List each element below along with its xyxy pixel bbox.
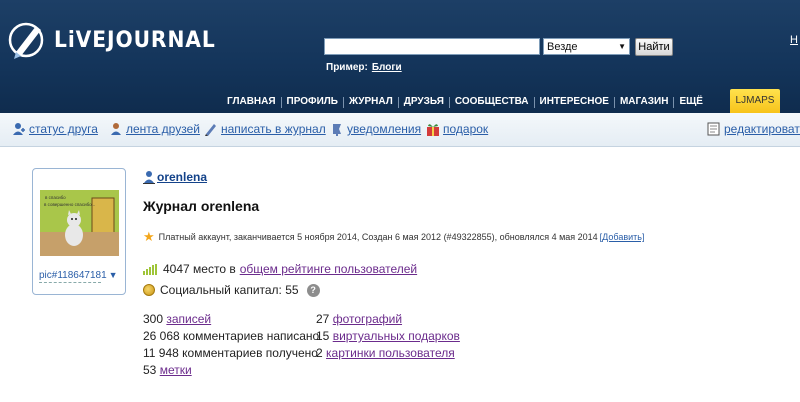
social-capital-text: Социальный капитал: 55	[160, 283, 299, 297]
stat-comments-written: 26 068 комментариев написано	[143, 329, 319, 343]
gift-link[interactable]: подарок	[426, 122, 488, 136]
userpic-id[interactable]: pic#118647181	[39, 270, 107, 281]
stat-count: 27	[316, 312, 330, 326]
userpic-label-underline	[39, 282, 101, 283]
site-header: LiVEJOURNAL Везде ▼ Найти Пример: Блоги Н…	[0, 0, 800, 113]
journal-title: Журнал orenlena	[143, 198, 260, 214]
edit-link[interactable]: редактировать	[707, 122, 800, 136]
tags-link[interactable]: метки	[160, 363, 192, 377]
userpic-card: в спасибо в совершенно спасибо... pic#11…	[32, 168, 126, 295]
search-input[interactable]	[324, 38, 540, 55]
friends-feed-link[interactable]: лента друзей	[109, 122, 200, 136]
friends-feed-icon	[111, 123, 121, 135]
account-info: ★ Платный аккаунт, заканчивается 5 ноябр…	[143, 229, 645, 244]
notifications-label[interactable]: уведомления	[347, 122, 421, 136]
account-text: Платный аккаунт, заканчивается 5 ноября …	[158, 232, 598, 242]
edit-label[interactable]: редактировать	[724, 122, 800, 136]
write-post-icon	[205, 124, 216, 136]
dropdown-arrow-icon: ▼	[618, 42, 626, 51]
userpic-image[interactable]: в спасибо в совершенно спасибо...	[40, 190, 119, 256]
posts-link[interactable]: записей	[166, 312, 211, 326]
nav-profile[interactable]: ПРОФИЛЬ	[282, 96, 343, 108]
help-icon[interactable]: ?	[306, 283, 320, 297]
stat-comments-received: 11 948 комментариев получено	[143, 346, 318, 360]
userpic-cat-illustration: в спасибо в совершенно спасибо...	[40, 190, 119, 256]
pen-logo-icon	[8, 22, 44, 59]
photos-link[interactable]: фотографий	[333, 312, 402, 326]
stat-text: 11 948 комментариев получено	[143, 346, 318, 360]
search-scope-select[interactable]: Везде ▼	[543, 38, 630, 55]
user-icon	[143, 171, 155, 184]
gift-label[interactable]: подарок	[443, 122, 488, 136]
nav-more[interactable]: ЕЩЁ	[674, 96, 708, 108]
userpics-link[interactable]: картинки пользователя	[326, 346, 455, 360]
rating-bars-icon	[143, 263, 158, 275]
social-capital: Социальный капитал: 55 ?	[143, 283, 320, 297]
edit-icon	[707, 122, 720, 136]
stat-posts: 300 записей	[143, 312, 211, 326]
stat-tags: 53 метки	[143, 363, 192, 377]
notifications-icon	[333, 124, 341, 136]
nav-communities[interactable]: СООБЩЕСТВА	[450, 96, 534, 108]
friends-feed-label[interactable]: лента друзей	[126, 122, 200, 136]
paid-account-star-icon: ★	[143, 229, 155, 244]
add-friend-link[interactable]: [Добавить]	[600, 232, 645, 242]
example-label: Пример:	[326, 62, 368, 73]
top-right-link[interactable]: Н	[790, 34, 798, 46]
stat-gifts: 15 виртуальных подарков	[316, 329, 460, 343]
ljmaps-tab[interactable]: LJMAPS	[730, 89, 780, 113]
nav-main[interactable]: ГЛАВНАЯ	[222, 96, 281, 108]
search-button[interactable]: Найти	[635, 38, 673, 56]
social-capital-coin-icon	[143, 284, 155, 296]
search-scope-value: Везде	[547, 40, 578, 53]
rating-place: 4047 место в	[163, 262, 236, 276]
search-example: Пример: Блоги	[326, 62, 402, 73]
nav-interesting[interactable]: ИНТЕРЕСНОЕ	[535, 96, 614, 108]
friend-status-icon	[13, 123, 25, 135]
stat-count: 15	[316, 329, 330, 343]
nav-journal[interactable]: ЖУРНАЛ	[344, 96, 398, 108]
gift-icon	[427, 124, 439, 136]
friend-status-label[interactable]: статус друга	[29, 122, 98, 136]
userpic-label[interactable]: pic#118647181 ▼	[39, 270, 118, 281]
main-nav: ГЛАВНАЯ ПРОФИЛЬ ЖУРНАЛ ДРУЗЬЯ СООБЩЕСТВА…	[222, 96, 708, 108]
write-post-label[interactable]: написать в журнал	[221, 122, 326, 136]
notifications-link[interactable]: уведомления	[330, 122, 421, 136]
rating-link[interactable]: общем рейтинге пользователей	[240, 262, 417, 276]
svg-text:в спасибо: в спасибо	[45, 195, 66, 200]
stat-count: 300	[143, 312, 164, 326]
rating-info: 4047 место в общем рейтинге пользователе…	[143, 262, 417, 276]
friend-status-link[interactable]: статус друга	[12, 122, 98, 136]
user-action-bar: статус друга лента друзей написать в жур…	[0, 113, 800, 147]
write-post-link[interactable]: написать в журнал	[204, 122, 326, 136]
stat-userpics: 2 картинки пользователя	[316, 346, 455, 360]
example-link[interactable]: Блоги	[372, 62, 402, 73]
nav-friends[interactable]: ДРУЗЬЯ	[399, 96, 449, 108]
gifts-link[interactable]: виртуальных подарков	[333, 329, 460, 343]
stat-count: 2	[316, 346, 323, 360]
stat-photos: 27 фотографий	[316, 312, 402, 326]
livejournal-logo[interactable]: LiVEJOURNAL	[8, 18, 230, 62]
logo-text: LiVEJOURNAL	[54, 27, 216, 53]
username-text[interactable]: orenlena	[157, 170, 207, 184]
username-link[interactable]: orenlena	[143, 170, 207, 184]
userpic-dropdown-icon[interactable]: ▼	[109, 270, 118, 280]
svg-text:в совершенно спасибо...: в совершенно спасибо...	[44, 202, 95, 207]
nav-shop[interactable]: МАГАЗИН	[615, 96, 674, 108]
stat-text: 26 068 комментариев написано	[143, 329, 320, 343]
stat-count: 53	[143, 363, 157, 377]
